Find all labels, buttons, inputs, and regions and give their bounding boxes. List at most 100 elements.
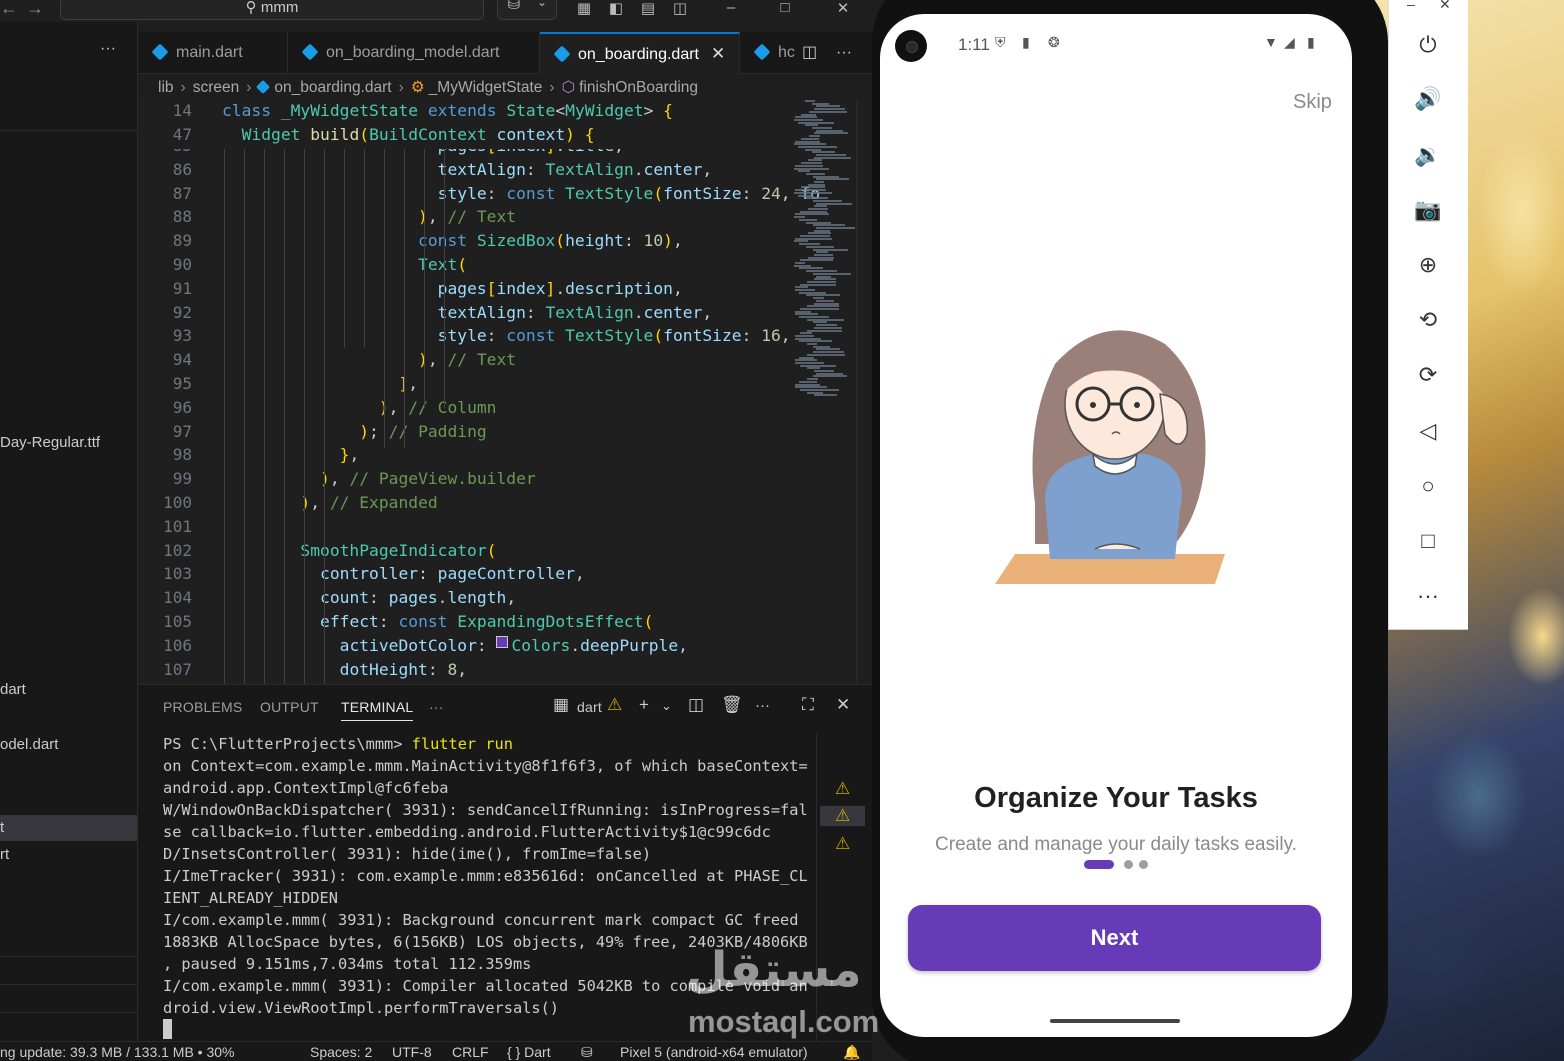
back-icon[interactable]: ◁ bbox=[1389, 418, 1467, 444]
close-icon[interactable]: ✕ bbox=[711, 44, 725, 63]
status-eol[interactable]: CRLF bbox=[452, 1044, 489, 1060]
tab-problems[interactable]: PROBLEMS bbox=[163, 699, 242, 715]
status-device[interactable]: Pixel 5 (android-x64 emulator) bbox=[620, 1044, 808, 1060]
status-spaces[interactable]: Spaces: 2 bbox=[310, 1044, 372, 1060]
tab-label: on_boarding_model.dart bbox=[326, 44, 500, 61]
notifications-bell-icon[interactable]: 🔔 bbox=[843, 1044, 860, 1061]
more-actions-icon[interactable]: ··· bbox=[755, 697, 770, 714]
sticky-scroll-line[interactable]: 47 Widget build(BuildContext context) { bbox=[138, 124, 856, 149]
breadcrumb-screen[interactable]: screen bbox=[193, 79, 240, 96]
sticky-scroll-line[interactable]: 14 class _MyWidgetState extends State<MyW… bbox=[138, 101, 856, 125]
status-language[interactable]: { } Dart bbox=[507, 1044, 551, 1060]
code-editor[interactable]: 85 pages[index].title,86 textAlign: Text… bbox=[138, 100, 872, 684]
maximize-panel-icon[interactable]: ⛶ bbox=[802, 695, 814, 715]
warning-icon[interactable]: ⚠ bbox=[820, 806, 866, 826]
panel-more-icon[interactable]: ··· bbox=[429, 699, 444, 715]
home-icon[interactable]: ○ bbox=[1389, 473, 1467, 499]
close-panel-icon[interactable]: ✕ bbox=[836, 695, 850, 715]
close-icon[interactable]: ✕ bbox=[1439, 0, 1451, 13]
trash-icon[interactable]: 🗑 bbox=[721, 695, 743, 715]
copilot-status-icon[interactable]: ⛁ bbox=[581, 1044, 593, 1061]
forward-arrow-icon[interactable]: → bbox=[26, 0, 44, 19]
code-line[interactable]: ), // Text bbox=[222, 207, 516, 226]
code-line[interactable]: ), // Expanded bbox=[222, 493, 437, 512]
copilot-button[interactable]: ⛁ ⌄ bbox=[497, 0, 557, 20]
file-item[interactable]: Day-Regular.ttf bbox=[0, 430, 137, 456]
explorer-more-icon[interactable]: ··· bbox=[100, 40, 116, 58]
tab-output[interactable]: OUTPUT bbox=[260, 699, 319, 715]
status-encoding[interactable]: UTF-8 bbox=[392, 1044, 432, 1060]
tab-on-boarding-dart[interactable]: on_boarding.dart ✕ bbox=[540, 32, 740, 74]
power-icon[interactable]: ⏻ bbox=[1389, 32, 1467, 58]
minimap-line bbox=[800, 162, 822, 165]
split-editor-icon[interactable]: ◫ bbox=[802, 32, 817, 74]
overview-icon[interactable]: □ bbox=[1389, 528, 1467, 554]
breadcrumb-method[interactable]: finishOnBoarding bbox=[579, 79, 698, 96]
command-center-search[interactable]: ⚲ mmm bbox=[60, 0, 484, 20]
wifi-icon: ▼ bbox=[1264, 34, 1278, 50]
back-arrow-icon[interactable]: ← bbox=[0, 0, 18, 19]
tab-main-dart[interactable]: main.dart bbox=[138, 32, 288, 74]
terminal-output[interactable]: PS C:\FlutterProjects\mmm> flutter run o… bbox=[163, 733, 808, 1041]
breadcrumb-lib[interactable]: lib bbox=[158, 79, 174, 96]
code-line[interactable]: dotHeight: 8, bbox=[222, 660, 467, 679]
warning-icon[interactable]: ⚠ bbox=[835, 779, 850, 799]
code-line[interactable]: pages[index].description, bbox=[222, 279, 683, 298]
page-dot[interactable] bbox=[1139, 860, 1148, 869]
volume-up-icon[interactable]: 🔊 bbox=[1389, 86, 1467, 112]
volume-down-icon[interactable]: 🔉 bbox=[1389, 142, 1467, 168]
toggle-sidebar-icon[interactable]: ◧ bbox=[606, 0, 626, 17]
code-line[interactable]: controller: pageController, bbox=[222, 564, 585, 583]
toggle-secondary-sidebar-icon[interactable]: ◫ bbox=[670, 0, 690, 17]
page-dot[interactable] bbox=[1124, 860, 1133, 869]
code-line[interactable]: textAlign: TextAlign.center, bbox=[222, 160, 713, 179]
gesture-home-bar[interactable] bbox=[1050, 1019, 1180, 1023]
terminal-name[interactable]: dart bbox=[577, 699, 602, 715]
file-item-selected[interactable]: t bbox=[0, 815, 137, 841]
code-line[interactable]: effect: const ExpandingDotsEffect( bbox=[222, 612, 653, 631]
code-line[interactable]: ); // Padding bbox=[222, 422, 486, 441]
chevron-down-icon[interactable]: ⌄ bbox=[661, 698, 672, 714]
code-line[interactable]: }, bbox=[222, 445, 360, 464]
camera-icon[interactable]: 📷 bbox=[1389, 197, 1467, 223]
code-line[interactable]: activeDotColor: ■Colors.deepPurple, bbox=[222, 635, 688, 655]
new-terminal-icon[interactable]: + bbox=[639, 695, 649, 715]
phone-screen[interactable]: 1:11 ⛨ ▮ ❂ ▼ ◢ ▮ Skip Organize Your Task… bbox=[880, 14, 1352, 1037]
code-line[interactable]: style: const TextStyle(fontSize: 16, bbox=[222, 326, 791, 345]
more-icon[interactable]: ··· bbox=[1389, 583, 1467, 609]
rotate-right-icon[interactable]: ⟳ bbox=[1389, 362, 1467, 388]
breadcrumb-file[interactable]: on_boarding.dart bbox=[274, 79, 391, 96]
editor-scrollbar[interactable] bbox=[856, 100, 870, 684]
code-line[interactable]: ], bbox=[222, 374, 418, 393]
rotate-left-icon[interactable]: ⟲ bbox=[1389, 307, 1467, 333]
skip-button[interactable]: Skip bbox=[1293, 91, 1332, 114]
minimize-icon[interactable]: – bbox=[1407, 0, 1415, 12]
close-window-icon[interactable]: ✕ bbox=[833, 0, 853, 17]
zoom-icon[interactable]: ⊕ bbox=[1389, 252, 1467, 278]
warning-icon[interactable]: ⚠ bbox=[835, 834, 850, 854]
tab-overflow[interactable]: hc bbox=[740, 32, 796, 74]
code-line[interactable]: ), // Text bbox=[222, 350, 516, 369]
code-line[interactable]: style: const TextStyle(fontSize: 24, fo bbox=[222, 184, 820, 203]
maximize-icon[interactable]: □ bbox=[775, 0, 795, 17]
file-item[interactable]: rt bbox=[0, 842, 137, 868]
toggle-panel-icon[interactable]: ▤ bbox=[638, 0, 658, 17]
code-line[interactable]: const SizedBox(height: 10), bbox=[222, 231, 683, 250]
page-dot-active[interactable] bbox=[1084, 860, 1114, 869]
layout-customize-icon[interactable]: ▦ bbox=[574, 0, 594, 17]
breadcrumb-class[interactable]: _MyWidgetState bbox=[429, 79, 543, 96]
code-line[interactable]: count: pages.length, bbox=[222, 588, 516, 607]
code-line[interactable]: textAlign: TextAlign.center, bbox=[222, 303, 713, 322]
code-line[interactable]: ), // PageView.builder bbox=[222, 469, 536, 488]
split-terminal-icon[interactable]: ◫ bbox=[688, 695, 704, 715]
code-line: class _MyWidgetState extends State<MyWid… bbox=[222, 101, 673, 120]
editor-more-icon[interactable]: ··· bbox=[836, 32, 852, 74]
minimize-icon[interactable]: – bbox=[721, 0, 741, 17]
file-item[interactable]: dart bbox=[0, 677, 137, 703]
next-button[interactable]: Next bbox=[908, 905, 1321, 971]
minimap[interactable] bbox=[794, 100, 856, 400]
file-item[interactable]: odel.dart bbox=[0, 732, 137, 758]
status-update[interactable]: ng update: 39.3 MB / 133.1 MB • 30% bbox=[0, 1044, 235, 1060]
tab-terminal[interactable]: TERMINAL bbox=[341, 699, 414, 721]
tab-on-boarding-model-dart[interactable]: on_boarding_model.dart bbox=[288, 32, 540, 74]
